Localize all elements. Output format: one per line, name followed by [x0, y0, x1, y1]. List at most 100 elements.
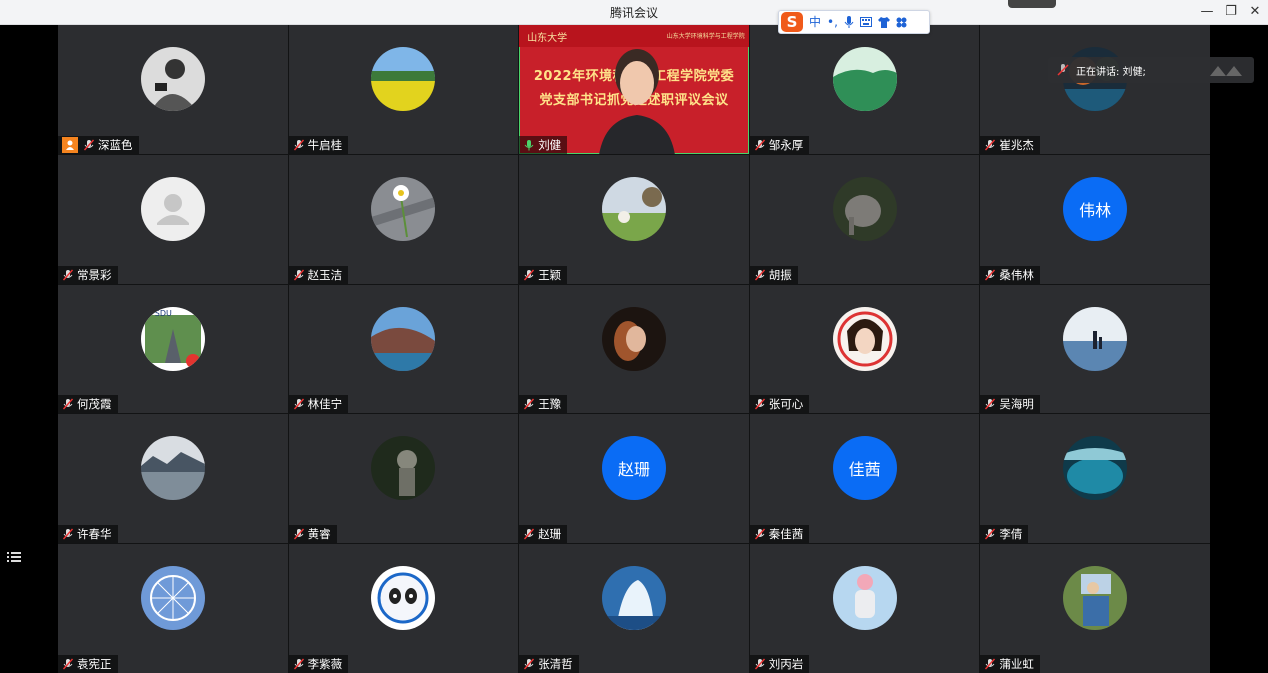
- participant-tile[interactable]: 崔兆杰: [980, 25, 1210, 154]
- participant-tile[interactable]: 李倩: [980, 414, 1210, 544]
- participant-tile[interactable]: 常景彩: [58, 154, 288, 284]
- muted-mic-icon[interactable]: [984, 528, 996, 540]
- participant-tile[interactable]: 刘丙岩: [749, 544, 980, 673]
- participant-name-tag: 崔兆杰: [980, 135, 1040, 154]
- participant-tile[interactable]: SDU 何茂霞: [58, 284, 288, 414]
- participant-tile[interactable]: 邹永厚: [749, 25, 980, 154]
- muted-mic-icon[interactable]: [754, 139, 766, 151]
- muted-mic-icon[interactable]: [83, 139, 95, 151]
- participant-name-tag: 秦佳茜: [749, 525, 810, 544]
- member-list-icon[interactable]: [7, 550, 23, 564]
- muted-mic-icon[interactable]: [523, 658, 535, 670]
- participant-name: 刘健: [538, 137, 562, 152]
- avatar: [371, 176, 436, 241]
- muted-mic-icon[interactable]: [293, 398, 305, 410]
- participant-name: 崔兆杰: [999, 137, 1034, 152]
- participant-tile[interactable]: 佳茜秦佳茜: [749, 414, 980, 544]
- participant-name-tag: 蒲业虹: [980, 655, 1040, 673]
- avatar: [371, 306, 436, 371]
- avatar: [832, 306, 897, 371]
- avatar: [832, 176, 897, 241]
- muted-mic-icon[interactable]: [62, 269, 74, 281]
- participant-tile[interactable]: 牛启桂: [288, 25, 519, 154]
- participant-tile[interactable]: 王豫: [519, 284, 749, 414]
- muted-mic-icon[interactable]: [523, 398, 535, 410]
- avatar: [601, 176, 666, 241]
- avatar-image: [140, 47, 205, 111]
- muted-mic-icon[interactable]: [62, 658, 74, 670]
- ime-toolbar[interactable]: S 中 •,: [778, 10, 930, 34]
- participant-name: 黄睿: [307, 527, 331, 542]
- muted-mic-icon[interactable]: [293, 139, 305, 151]
- muted-mic-icon[interactable]: [754, 658, 766, 670]
- participant-tile[interactable]: 袁宪正: [58, 544, 288, 673]
- participant-name: 胡振: [768, 267, 792, 282]
- participant-tile[interactable]: 张清哲: [519, 544, 749, 673]
- muted-mic-icon[interactable]: [523, 269, 535, 281]
- participant-tile[interactable]: 许春华: [58, 414, 288, 544]
- muted-mic-icon[interactable]: [754, 269, 766, 281]
- muted-mic-icon[interactable]: [293, 658, 305, 670]
- avatar: 伟林: [1063, 176, 1128, 241]
- avatar-image: [601, 566, 666, 631]
- avatar-image: [140, 436, 205, 501]
- participant-tile[interactable]: 蒲业虹: [980, 544, 1210, 673]
- muted-mic-icon[interactable]: [62, 528, 74, 540]
- participant-tile[interactable]: 王颖: [519, 154, 749, 284]
- participant-grid: 深蓝色牛启桂山东大学山东大学环境科学与工程学院2022年环境科学与工程学院党委党…: [58, 25, 1210, 673]
- participant-name: 刘丙岩: [768, 657, 804, 671]
- participant-name-tag: 邹永厚: [749, 135, 810, 154]
- participant-name-tag: 王豫: [519, 395, 568, 414]
- participant-name: 蒲业虹: [999, 657, 1034, 671]
- participant-tile[interactable]: 深蓝色: [58, 25, 288, 154]
- avatar: 佳茜: [832, 436, 897, 501]
- punctuation-icon[interactable]: •,: [827, 12, 838, 32]
- participant-name: 桑伟林: [999, 267, 1034, 282]
- muted-mic-icon[interactable]: [62, 398, 74, 410]
- participant-name: 何茂霞: [77, 397, 112, 412]
- sogou-logo-icon[interactable]: S: [781, 12, 803, 32]
- muted-mic-icon[interactable]: [984, 398, 996, 410]
- active-mic-icon[interactable]: [523, 139, 535, 151]
- muted-mic-icon[interactable]: [754, 398, 766, 410]
- participant-tile[interactable]: 赵玉洁: [288, 154, 519, 284]
- minimize-button[interactable]: —: [1196, 3, 1218, 21]
- ime-mode-toggle[interactable]: 中: [809, 12, 821, 32]
- muted-mic-icon[interactable]: [984, 658, 996, 670]
- apps-icon[interactable]: [896, 17, 907, 28]
- muted-mic-icon[interactable]: [293, 528, 305, 540]
- avatar: 赵珊: [601, 436, 666, 501]
- participant-tile[interactable]: 黄睿: [288, 414, 519, 544]
- participant-tile[interactable]: 胡振: [749, 154, 980, 284]
- avatar-image: [371, 47, 436, 111]
- muted-mic-icon[interactable]: [754, 528, 766, 540]
- mic-icon[interactable]: [844, 15, 854, 29]
- participant-name: 秦佳茜: [768, 527, 804, 542]
- participant-name-tag: 王颖: [519, 265, 568, 284]
- participant-tile[interactable]: 林佳宁: [288, 284, 519, 414]
- muted-mic-icon[interactable]: [984, 269, 996, 281]
- avatar: SDU: [140, 306, 205, 371]
- participant-name: 李紫薇: [307, 657, 343, 671]
- avatar: [140, 47, 205, 111]
- avatar: [1063, 566, 1128, 631]
- muted-mic-icon[interactable]: [984, 139, 996, 151]
- muted-mic-icon[interactable]: [293, 269, 305, 281]
- participant-name: 赵珊: [538, 527, 562, 542]
- participant-tile[interactable]: 吴海明: [980, 284, 1210, 414]
- participant-tile[interactable]: 赵珊 赵珊: [519, 414, 749, 544]
- participant-name: 吴海明: [999, 397, 1034, 412]
- participant-tile[interactable]: 山东大学山东大学环境科学与工程学院2022年环境科学与工程学院党委党支部书记抓党…: [519, 25, 749, 154]
- participant-tile[interactable]: 伟林桑伟林: [980, 154, 1210, 284]
- participant-tile[interactable]: 李紫薇: [288, 544, 519, 673]
- participant-name: 李倩: [999, 527, 1023, 542]
- close-button[interactable]: ✕: [1244, 3, 1266, 21]
- keyboard-icon[interactable]: [859, 17, 872, 27]
- participant-tile[interactable]: 张可心: [749, 284, 980, 414]
- participant-name: 王豫: [538, 397, 562, 412]
- shirt-icon[interactable]: [877, 16, 890, 28]
- participant-name-tag: 胡振: [749, 265, 798, 284]
- participant-name-tag: 赵玉洁: [288, 265, 349, 284]
- muted-mic-icon[interactable]: [523, 528, 535, 540]
- restore-button[interactable]: ❐: [1220, 3, 1242, 21]
